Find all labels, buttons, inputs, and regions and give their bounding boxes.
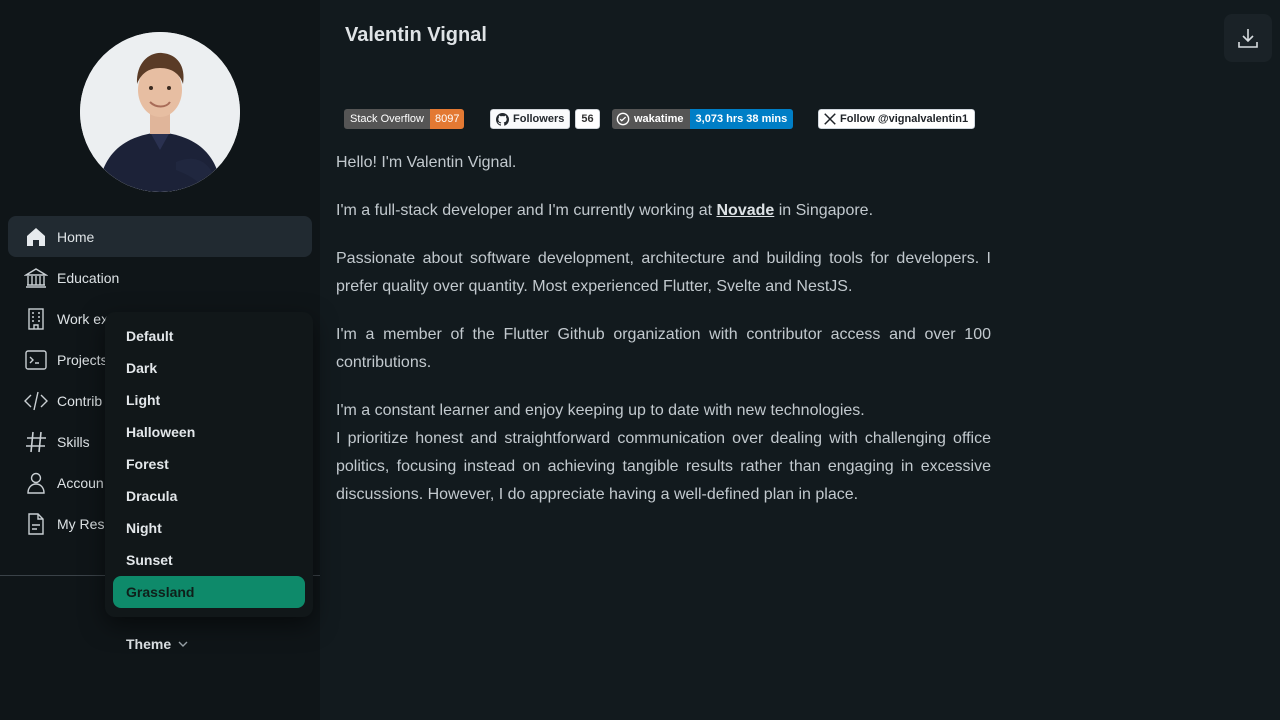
about-paragraph: Hello! I'm Valentin Vignal. (336, 154, 517, 171)
user-icon (24, 471, 48, 495)
x-logo-icon (824, 113, 836, 125)
theme-option-label: Default (126, 328, 174, 344)
theme-label: Theme (126, 636, 172, 652)
theme-option-label: Night (126, 520, 162, 536)
badge-label: Followers (513, 113, 565, 125)
github-icon (496, 112, 509, 126)
about-text: I'm a full-stack developer and I'm curre… (336, 202, 717, 219)
theme-dropdown-button[interactable]: Theme (126, 633, 189, 655)
nav-item-label: Skills (57, 433, 90, 450)
about-paragraph: I'm a full-stack developer and I'm curre… (336, 197, 991, 225)
theme-option-default[interactable]: Default (113, 320, 305, 352)
badge-label: wakatime (634, 113, 684, 125)
nav-item-label: Work ex (57, 310, 109, 327)
theme-option-label: Dracula (126, 488, 178, 504)
about-paragraph: I'm a constant learner and enjoy keeping… (336, 397, 991, 509)
about-text: I'm a constant learner and enjoy keeping… (336, 402, 865, 419)
x-follow-badge[interactable]: Follow @vignalvalentin1 (818, 109, 976, 129)
about-section: Hello! I'm Valentin Vignal. I'm a full-s… (336, 149, 991, 529)
theme-option-forest[interactable]: Forest (113, 448, 305, 480)
theme-option-dark[interactable]: Dark (113, 352, 305, 384)
badge-left: Followers (490, 109, 571, 129)
theme-option-sunset[interactable]: Sunset (113, 544, 305, 576)
nav-item-label: Projects (57, 351, 108, 368)
page-title: Valentin Vignal (345, 24, 487, 46)
theme-option-dracula[interactable]: Dracula (113, 480, 305, 512)
hash-icon (24, 430, 48, 454)
about-paragraph: I'm a member of the Flutter Github organ… (336, 326, 991, 371)
chevron-down-icon (178, 641, 188, 647)
badge-value: 8097 (429, 109, 465, 129)
building-icon (24, 307, 48, 331)
about-paragraph: Passionate about software development, a… (336, 250, 991, 295)
badge-value: 3,073 hrs 38 mins (689, 109, 794, 129)
github-followers-badge[interactable]: Followers 56 (490, 109, 600, 129)
avatar (80, 32, 240, 192)
theme-option-halloween[interactable]: Halloween (113, 416, 305, 448)
nav-item-label: Contrib (57, 392, 103, 409)
theme-option-light[interactable]: Light (113, 384, 305, 416)
about-text: I prioritize honest and straightforward … (336, 430, 991, 503)
download-icon (1238, 29, 1258, 48)
theme-menu: Default Dark Light Halloween Forest Drac… (105, 312, 313, 617)
nav-item-label: My Res (57, 515, 105, 532)
theme-option-label: Halloween (126, 424, 196, 440)
stackoverflow-badge[interactable]: Stack Overflow 8097 (344, 109, 465, 129)
badge-left: Follow @vignalvalentin1 (818, 109, 976, 129)
novade-link[interactable]: Novade (716, 202, 774, 219)
theme-option-label: Forest (126, 456, 169, 472)
theme-option-night[interactable]: Night (113, 512, 305, 544)
wakatime-badge[interactable]: wakatime 3,073 hrs 38 mins (612, 109, 794, 129)
nav-item-label: Home (57, 228, 95, 245)
badge-left: wakatime (612, 109, 690, 129)
theme-option-grassland[interactable]: Grassland (113, 576, 305, 608)
theme-option-label: Dark (126, 360, 158, 376)
home-icon (24, 225, 48, 249)
nav-item-label: Education (57, 269, 120, 286)
education-icon (24, 266, 48, 290)
nav-item-education[interactable]: Education (8, 257, 312, 298)
badge-label: Stack Overflow (344, 109, 430, 129)
badge-label: Follow @vignalvalentin1 (840, 113, 969, 125)
theme-option-label: Light (126, 392, 161, 408)
badge-value: 56 (575, 109, 600, 129)
terminal-icon (24, 348, 48, 372)
document-icon (24, 512, 48, 536)
about-text: in Singapore. (774, 202, 874, 219)
nav-item-home[interactable]: Home (8, 216, 312, 257)
download-button[interactable] (1224, 14, 1272, 62)
wakatime-icon (616, 112, 630, 126)
code-icon (24, 389, 48, 413)
theme-option-label: Grassland (126, 584, 195, 600)
nav-item-label: Accoun (57, 474, 104, 491)
theme-option-label: Sunset (126, 552, 173, 568)
